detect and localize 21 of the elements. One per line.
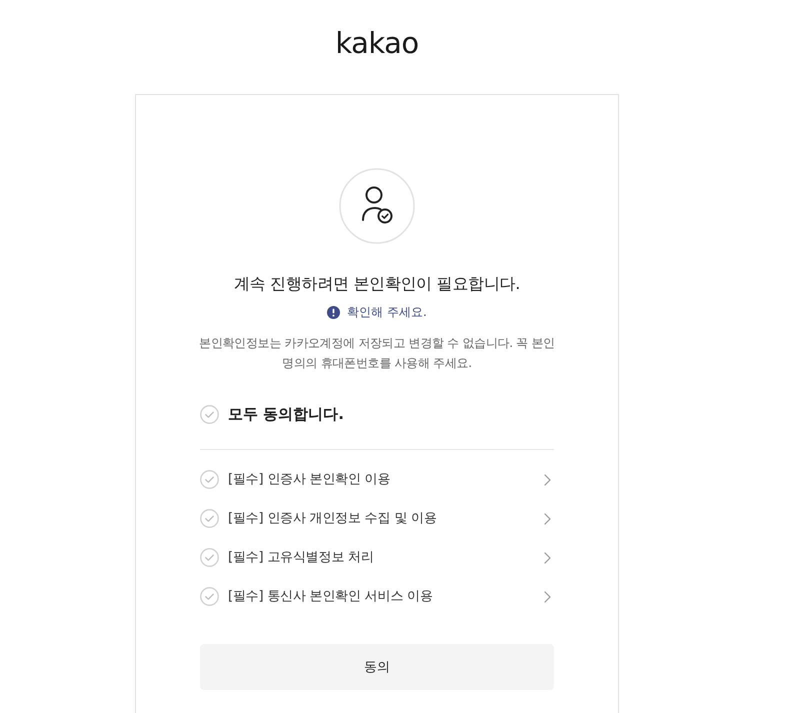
notice-text: 확인해 주세요.: [347, 304, 427, 321]
user-check-icon: [339, 168, 415, 244]
agree-button[interactable]: 동의: [200, 644, 554, 690]
chevron-right-icon[interactable]: [544, 590, 551, 602]
term-label[interactable]: [필수] 인증사 개인정보 수집 및 이용: [228, 508, 535, 528]
term-label[interactable]: [필수] 통신사 본인확인 서비스 이용: [228, 586, 535, 606]
chevron-right-icon[interactable]: [544, 552, 551, 564]
kakao-logo: kakao: [335, 25, 419, 61]
check-circle-icon[interactable]: [200, 548, 219, 567]
heading: 계속 진행하려면 본인확인이 필요합니다.: [234, 273, 520, 295]
description-text: 본인확인정보는 카카오계정에 저장되고 변경할 수 없습니다. 꼭 본인 명의의 휴대폰번호를 사용해 주세요.: [199, 335, 555, 372]
chevron-right-icon[interactable]: [544, 474, 551, 486]
chevron-right-icon[interactable]: [544, 512, 551, 524]
alert-icon: [327, 306, 340, 318]
term-label[interactable]: [필수] 고유식별정보 처리: [228, 548, 535, 568]
check-circle-icon[interactable]: [200, 404, 219, 424]
check-circle-icon[interactable]: [200, 587, 219, 606]
agree-all-label[interactable]: 모두 동의합니다.: [228, 402, 344, 426]
check-circle-icon[interactable]: [200, 509, 219, 528]
check-circle-icon[interactable]: [200, 470, 219, 489]
term-label[interactable]: [필수] 인증사 본인확인 이용: [228, 470, 535, 490]
